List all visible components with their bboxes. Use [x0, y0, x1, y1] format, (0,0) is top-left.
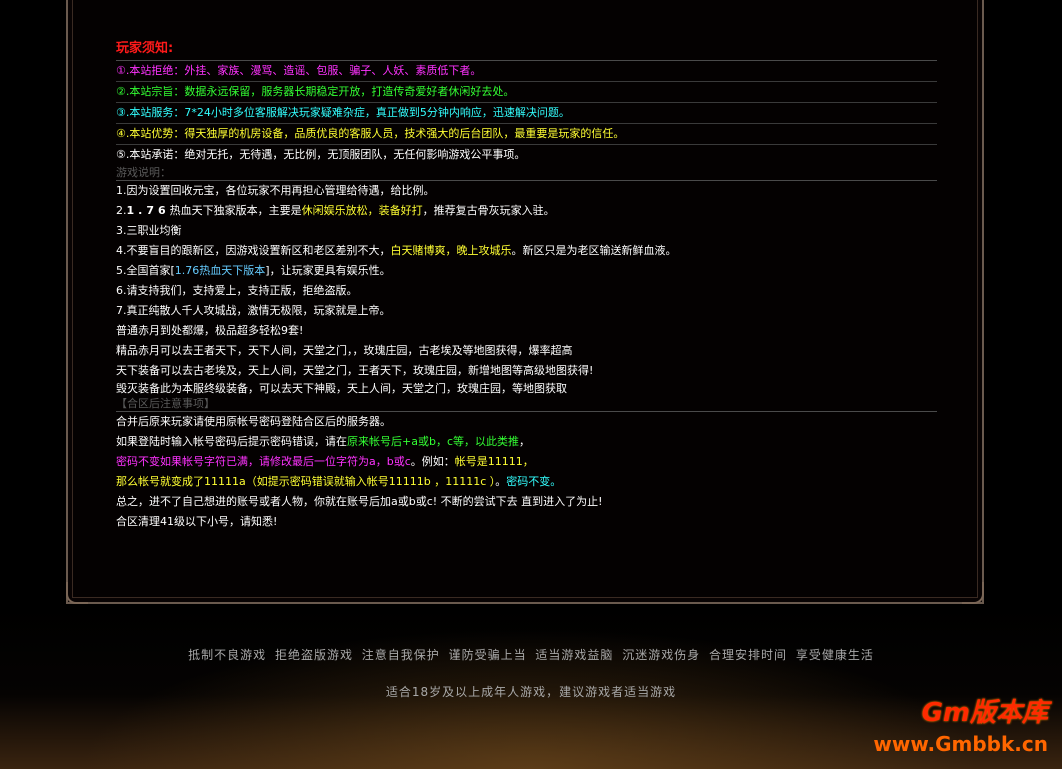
game-info-line: 3.三职业均衡 [116, 224, 182, 237]
notice-item: ②.本站宗旨：数据永远保留，服务器长期稳定开放，打造传奇爱好者休闲好去处。 [116, 82, 937, 103]
game-info-line: 1.因为设置回收元宝，各位玩家不用再担心管理给待遇，给比例。 [116, 184, 435, 197]
frame-corner-ornament [66, 582, 88, 604]
merge-line: 总之，进不了自己想进的账号或者人物，你就在账号后加a或b或c! 不断的尝试下去 … [116, 495, 603, 508]
notice-item: ①.本站拒绝：外挂、家族、漫骂、造谣、包服、骗子、人妖、素质低下者。 [116, 61, 937, 82]
game-info-line: 5.全国首家[1.76热血天下版本]，让玩家更具有娱乐性。 [116, 264, 391, 277]
merge-line: 如果登陆时输入帐号密码后提示密码错误，请在原来帐号后+a或b，c等，以此类推， [116, 435, 530, 448]
game-info-line: 6.请支持我们，支持爱上，支持正版，拒绝盗版。 [116, 284, 358, 297]
game-info-line: 普通赤月到处都爆，极品超多轻松9套! [116, 324, 304, 337]
game-info-line: 天下装备可以去古老埃及，天上人间，天堂之门，王者天下，玫瑰庄园，新增地图等高级地… [116, 364, 594, 377]
merge-title: 【合区后注意事项】 [116, 396, 937, 412]
merge-line: 合区清理41级以下小号，请知悉! [116, 515, 278, 528]
game-info-line: 毁灭装备此为本服终级装备，可以去天下神殿，天上人间，天堂之门，玫瑰庄园，等地图获… [116, 382, 567, 395]
notice-item: ③.本站服务：7*24小时多位客服解决玩家疑难杂症，真正做到5分钟内响应，迅速解… [116, 103, 937, 124]
merge-line: 合并后原来玩家请使用原帐号密码登陆合区后的服务器。 [116, 415, 391, 428]
game-info-line: 7.真正纯散人千人攻城战，激情无极限，玩家就是上帝。 [116, 304, 391, 317]
frame-corner-ornament [962, 582, 984, 604]
notice-title: 玩家须知: [116, 38, 937, 61]
game-info-title: 游戏说明： [116, 165, 937, 181]
watermark-url: www.Gmbbk.cn [873, 732, 1048, 756]
merge-line: 那么帐号就变成了11111a（如提示密码错误就输入帐号11111b ，11111… [116, 475, 562, 488]
merge-line: 密码不变如果帐号字符已满，请修改最后一位字符为a，b或c。例如：帐号是11111… [116, 455, 534, 468]
game-info-line: 精品赤月可以去王者天下，天下人间，天堂之门，，玫瑰庄园，古老埃及等地图获得，爆率… [116, 344, 573, 357]
notice-item: ⑤.本站承诺：绝对无托，无待遇，无比例，无顶服团队，无任何影响游戏公平事项。 [116, 148, 526, 161]
game-info-line: 2.1.76热血天下独家版本，主要是休闲娱乐放松，装备好打，推荐复古骨灰玩家入驻… [116, 204, 555, 217]
game-info-line: 4.不要盲目的跟新区，因游戏设置新区和老区差别不大，白天赌博爽，晚上攻城乐。新区… [116, 244, 677, 257]
notice-item: ④.本站优势：得天独厚的机房设备，品质优良的客服人员，技术强大的后台团队，最重要… [116, 124, 937, 145]
watermark-logo: Gm版本库 [921, 698, 1048, 728]
health-advisory: 抵制不良游戏 拒绝盗版游戏 注意自我保护 谨防受骗上当 适当游戏益脑 沉迷游戏伤… [188, 648, 874, 662]
main-content: 玩家须知: ①.本站拒绝：外挂、家族、漫骂、造谣、包服、骗子、人妖、素质低下者。… [116, 38, 937, 532]
